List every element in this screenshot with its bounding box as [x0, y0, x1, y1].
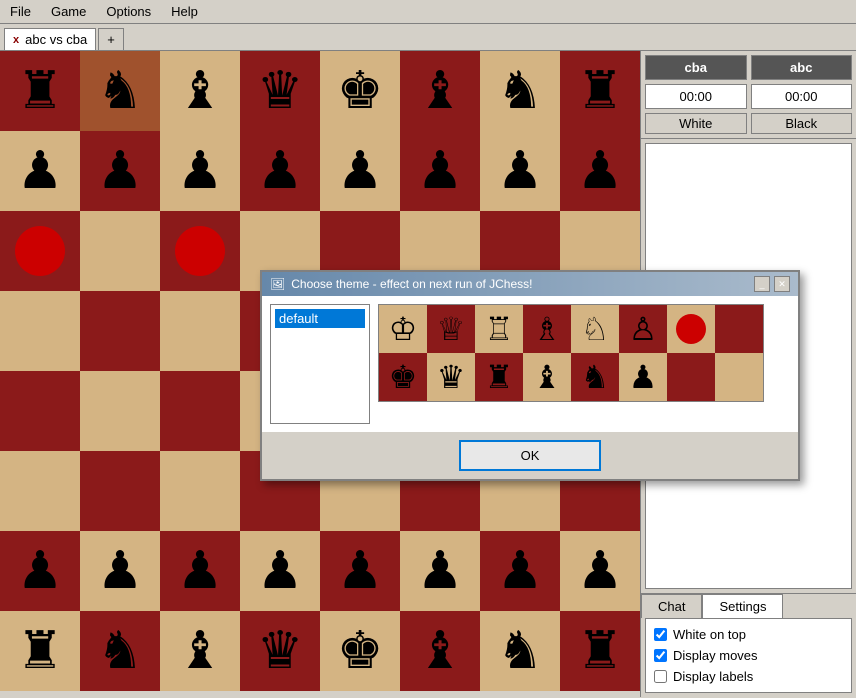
preview-cell-1-0: ♚: [379, 353, 427, 401]
preview-cell-1-7: [715, 353, 763, 401]
preview-piece: ♝: [533, 358, 562, 396]
preview-cell-0-2: ♖: [475, 305, 523, 353]
theme-dialog: 🖼 Choose theme - effect on next run of J…: [260, 270, 800, 481]
dialog-minimize-button[interactable]: _: [754, 276, 770, 292]
preview-piece: ♛: [437, 358, 466, 396]
preview-piece: ♞: [581, 358, 610, 396]
preview-cell-0-6: [667, 305, 715, 353]
preview-cell-1-4: ♞: [571, 353, 619, 401]
preview-cell-0-4: ♘: [571, 305, 619, 353]
preview-cell-1-1: ♛: [427, 353, 475, 401]
theme-list[interactable]: default: [270, 304, 370, 424]
dialog-titlebar: 🖼 Choose theme - effect on next run of J…: [262, 272, 798, 296]
preview-piece: ♖: [485, 310, 514, 348]
preview-piece: ♟: [629, 358, 658, 396]
preview-piece: ♘: [581, 310, 610, 348]
preview-cell-0-7: [715, 305, 763, 353]
preview-piece: ♔: [389, 310, 418, 348]
dialog-overlay: 🖼 Choose theme - effect on next run of J…: [0, 0, 856, 698]
preview-cell-0-3: ♗: [523, 305, 571, 353]
preview-cell-1-2: ♜: [475, 353, 523, 401]
preview-piece: ♕: [437, 310, 466, 348]
dialog-icon: 🖼: [270, 277, 285, 291]
preview-cell-1-6: [667, 353, 715, 401]
dialog-title: Choose theme - effect on next run of JCh…: [291, 277, 532, 291]
ok-button[interactable]: OK: [459, 440, 602, 471]
dialog-content: default ♔ ♕ ♖ ♗ ♘ ♙ ♚ ♛ ♜ ♝ ♞ ♟: [262, 296, 798, 432]
preview-cell-1-3: ♝: [523, 353, 571, 401]
preview-piece: ♙: [629, 310, 658, 348]
preview-cell-0-1: ♕: [427, 305, 475, 353]
preview-cell-1-5: ♟: [619, 353, 667, 401]
dialog-controls: _ ✕: [754, 276, 790, 292]
preview-piece: ♗: [533, 310, 562, 348]
preview-piece: ♚: [389, 358, 418, 396]
preview-piece: ♜: [485, 358, 514, 396]
theme-preview-container: ♔ ♕ ♖ ♗ ♘ ♙ ♚ ♛ ♜ ♝ ♞ ♟: [378, 304, 764, 424]
dialog-close-button[interactable]: ✕: [774, 276, 790, 292]
preview-red-circle: [676, 314, 706, 344]
preview-cell-0-0: ♔: [379, 305, 427, 353]
dialog-footer: OK: [262, 432, 798, 479]
theme-preview: ♔ ♕ ♖ ♗ ♘ ♙ ♚ ♛ ♜ ♝ ♞ ♟: [378, 304, 764, 402]
theme-default[interactable]: default: [275, 309, 365, 328]
preview-cell-0-5: ♙: [619, 305, 667, 353]
